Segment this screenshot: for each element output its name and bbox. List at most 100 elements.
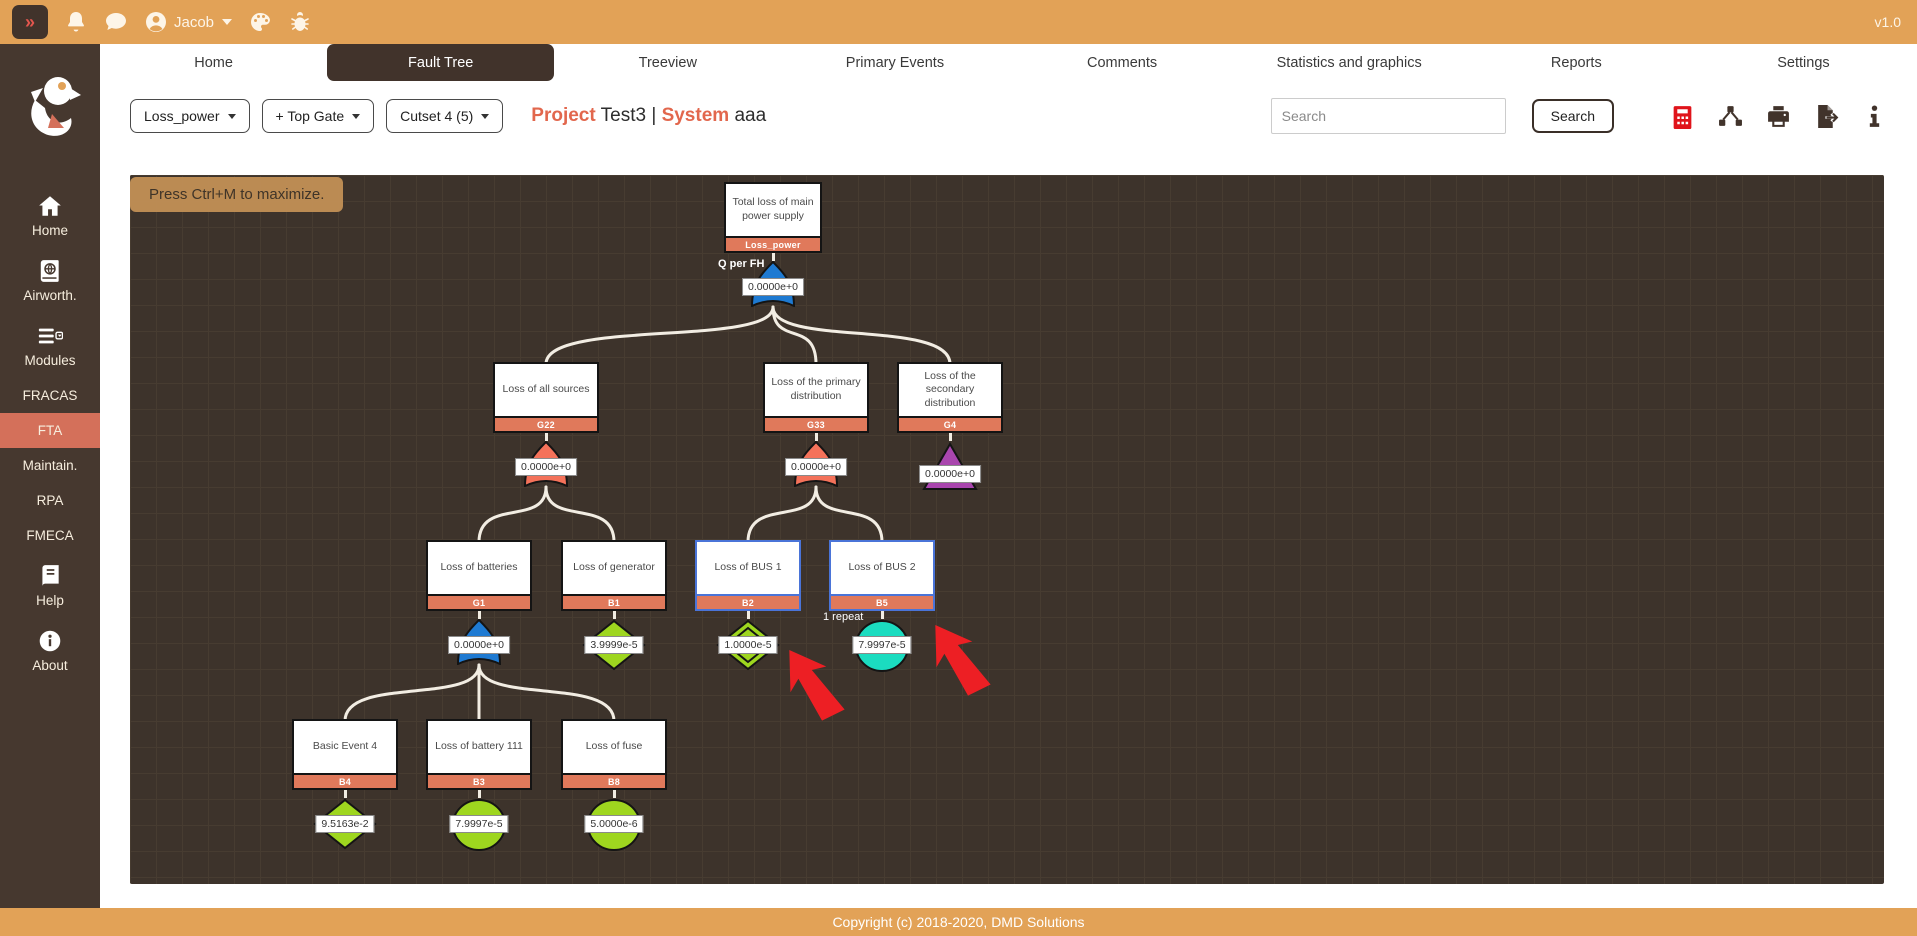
node-title: Loss of generator xyxy=(563,542,665,594)
node-box-b8[interactable]: Loss of fuseB8 xyxy=(561,719,667,790)
node-probability-value: 5.0000e-6 xyxy=(584,815,643,833)
node-box-b4[interactable]: Basic Event 4B4 xyxy=(292,719,398,790)
tab-home[interactable]: Home xyxy=(100,44,327,81)
tab-comments[interactable]: Comments xyxy=(1009,44,1236,81)
node-tag: G1 xyxy=(428,594,530,609)
node-tag: B1 xyxy=(563,594,665,609)
chevron-down-icon xyxy=(228,114,236,119)
bug-report-icon[interactable] xyxy=(288,10,312,34)
sidebar-item-label: Airworth. xyxy=(23,288,76,303)
search-button[interactable]: Search xyxy=(1532,99,1614,133)
calculator-icon[interactable] xyxy=(1670,104,1695,129)
topbar: » Jacob v1.0 xyxy=(0,0,1917,44)
node-probability-value: 7.9997e-5 xyxy=(449,815,508,833)
gate-selector-dropdown[interactable]: Loss_power xyxy=(130,99,250,133)
notifications-bell-icon[interactable] xyxy=(64,10,88,34)
system-name: aaa xyxy=(734,105,766,126)
fault-tree-node-b5: Loss of BUS 2B57.9997e-51 repeat xyxy=(829,540,935,678)
sidebar-item-help[interactable]: Help xyxy=(0,553,100,618)
node-box-b3[interactable]: Loss of battery 111B3 xyxy=(426,719,532,790)
sidebar-item-fmeca[interactable]: FMECA xyxy=(0,518,100,553)
home-icon xyxy=(37,193,63,219)
tab-fault-tree[interactable]: Fault Tree xyxy=(327,44,554,81)
maximize-hint-tooltip: Press Ctrl+M to maximize. xyxy=(130,177,343,212)
sidebar-item-label: Help xyxy=(36,593,64,608)
node-repeat-note: 1 repeat xyxy=(823,611,863,623)
file-export-icon[interactable] xyxy=(1814,104,1839,129)
node-title: Loss of batteries xyxy=(428,542,530,594)
node-box-loss_power[interactable]: Total loss of main power supplyLoss_powe… xyxy=(724,182,822,253)
gate-selector-label: Loss_power xyxy=(144,108,220,124)
fault-tree-node-b3: Loss of battery 111B3 7.9997e-5 xyxy=(426,719,532,857)
node-connector-stub xyxy=(344,790,347,798)
node-tag: G33 xyxy=(765,416,867,431)
project-system-title: Project Test3 | System aaa xyxy=(531,105,766,127)
sidebar-item-airworth-[interactable]: Airworth. xyxy=(0,248,100,313)
fault-tree-node-b8: Loss of fuseB8 5.0000e-6 xyxy=(561,719,667,857)
node-box-g33[interactable]: Loss of the primary distributionG33 xyxy=(763,362,869,433)
sidebar-item-modules[interactable]: Modules xyxy=(0,313,100,378)
sidebar-item-fracas[interactable]: FRACAS xyxy=(0,378,100,413)
node-probability-value: 1.0000e-5 xyxy=(718,636,777,654)
add-top-gate-dropdown[interactable]: + Top Gate xyxy=(262,99,375,133)
user-menu[interactable]: Jacob xyxy=(144,10,232,34)
chevron-down-icon xyxy=(481,114,489,119)
node-connector-stub xyxy=(478,611,481,619)
help-icon xyxy=(37,563,63,589)
fault-tree-node-g1: Loss of batteriesG10.0000e+0 xyxy=(426,540,532,670)
node-connector-stub xyxy=(613,790,616,798)
node-tag: B3 xyxy=(428,773,530,788)
node-tag: G22 xyxy=(495,416,597,431)
project-label: Project xyxy=(531,105,595,126)
sidebar-item-maintain-[interactable]: Maintain. xyxy=(0,448,100,483)
info-icon[interactable] xyxy=(1862,104,1887,129)
sidebar-item-label: Home xyxy=(32,223,68,238)
cutset-dropdown[interactable]: Cutset 4 (5) xyxy=(386,99,503,133)
node-box-b1[interactable]: Loss of generatorB1 xyxy=(561,540,667,611)
fault-tree-node-loss_power: Total loss of main power supplyLoss_powe… xyxy=(724,182,822,312)
sidebar-item-label: Modules xyxy=(24,353,75,368)
node-tag: B8 xyxy=(563,773,665,788)
node-tag: B4 xyxy=(294,773,396,788)
tab-reports[interactable]: Reports xyxy=(1463,44,1690,81)
node-tag: B2 xyxy=(697,594,799,609)
tree-edge-top-g33 xyxy=(773,307,816,364)
project-diagram-icon[interactable] xyxy=(1718,104,1743,129)
sidebar-item-fta[interactable]: FTA xyxy=(0,413,100,448)
sidebar-item-about[interactable]: About xyxy=(0,618,100,683)
tree-edge-g1-b4 xyxy=(345,665,479,721)
tree-edge-g33-b2 xyxy=(748,487,816,542)
node-title: Loss of all sources xyxy=(495,364,597,416)
system-label: System xyxy=(662,105,730,126)
search-input[interactable] xyxy=(1271,98,1506,134)
sidebar-item-label: RPA xyxy=(37,493,64,508)
chevron-down-icon xyxy=(222,19,232,25)
tab-statistics-and-graphics[interactable]: Statistics and graphics xyxy=(1236,44,1463,81)
tab-treeview[interactable]: Treeview xyxy=(554,44,781,81)
node-probability-value: 0.0000e+0 xyxy=(742,278,804,296)
airworth-icon xyxy=(37,258,63,284)
main-panel: HomeFault TreeTreeviewPrimary EventsComm… xyxy=(100,44,1917,908)
sidebar-collapse-button[interactable]: » xyxy=(12,5,48,39)
node-box-g4[interactable]: Loss of the secondary distributionG4 xyxy=(897,362,1003,433)
fault-tree-canvas[interactable]: Press Ctrl+M to maximize. Total loss of … xyxy=(130,175,1884,884)
messages-chat-icon[interactable] xyxy=(104,10,128,34)
node-box-b5[interactable]: Loss of BUS 2B5 xyxy=(829,540,935,611)
theme-palette-icon[interactable] xyxy=(248,10,272,34)
sidebar-item-rpa[interactable]: RPA xyxy=(0,483,100,518)
tab-primary-events[interactable]: Primary Events xyxy=(781,44,1008,81)
fault-tree-node-b1: Loss of generatorB13.9999e-5 xyxy=(561,540,667,676)
node-box-g1[interactable]: Loss of batteriesG1 xyxy=(426,540,532,611)
print-icon[interactable] xyxy=(1766,104,1791,129)
about-icon xyxy=(37,628,63,654)
node-box-b2[interactable]: Loss of BUS 1B2 xyxy=(695,540,801,611)
node-box-g22[interactable]: Loss of all sourcesG22 xyxy=(493,362,599,433)
sidebar-item-home[interactable]: Home xyxy=(0,183,100,248)
tab-settings[interactable]: Settings xyxy=(1690,44,1917,81)
tree-edge-g22-g1 xyxy=(479,487,546,542)
footer: Copyright (c) 2018-2020, DMD Solutions xyxy=(0,908,1917,936)
fault-tree-node-g4: Loss of the secondary distributionG40.00… xyxy=(897,362,1003,496)
sidebar: Home Airworth. Modules FRACASFTAMaintain. RP… xyxy=(0,44,100,908)
node-probability-value: 7.9997e-5 xyxy=(852,636,911,654)
node-q-per-fh-label: Q per FH xyxy=(718,258,764,270)
